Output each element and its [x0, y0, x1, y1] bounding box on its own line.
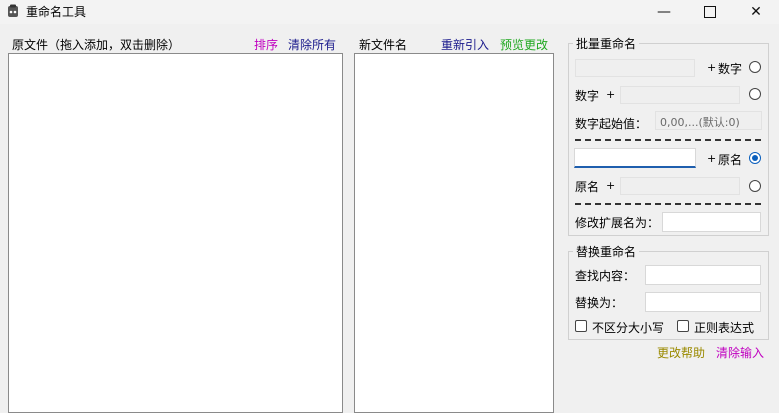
start-value-placeholder: 0,00,...(默认:0) [660, 116, 740, 129]
radio-original-then-text[interactable] [749, 180, 761, 192]
start-value-field[interactable]: 0,00,...(默认:0) [655, 111, 762, 130]
plus-sign: + [606, 179, 616, 192]
find-input[interactable] [645, 265, 761, 285]
preview-changes-link[interactable]: 预览更改 [500, 36, 548, 53]
find-label: 查找内容： [575, 269, 636, 283]
original-files-header: 原文件（拖入添加，双击删除） [12, 38, 181, 52]
change-help-link[interactable]: 更改帮助 [657, 344, 705, 361]
radio-text-then-original[interactable] [749, 152, 761, 164]
plus-sign: + [606, 88, 616, 101]
plus-sign: + [707, 152, 717, 165]
original-name-label: 原名 [575, 180, 600, 194]
case-insensitive-checkbox[interactable] [575, 320, 587, 332]
reimport-link[interactable]: 重新引入 [441, 36, 489, 53]
minimize-button[interactable]: — [641, 0, 687, 24]
prefix-text-field[interactable] [575, 59, 695, 77]
divider [575, 203, 761, 205]
maximize-icon [704, 6, 716, 18]
clear-all-link[interactable]: 清除所有 [288, 36, 336, 53]
divider [575, 139, 761, 141]
prefix-original-name-field[interactable] [574, 148, 696, 168]
replace-input[interactable] [645, 292, 761, 312]
new-filenames-header: 新文件名 [359, 38, 408, 52]
replace-rename-title: 替换重命名 [573, 243, 640, 260]
extension-input[interactable] [662, 212, 761, 232]
original-files-list[interactable] [8, 53, 343, 413]
suffix-original-name-field[interactable] [620, 177, 740, 195]
regex-checkbox[interactable] [677, 320, 689, 332]
clear-input-link[interactable]: 清除输入 [716, 344, 764, 361]
number-label: 数字 [575, 89, 600, 103]
regex-label: 正则表达式 [694, 321, 755, 335]
close-icon: ✕ [750, 4, 762, 20]
replace-label: 替换为： [575, 296, 624, 310]
number-label: 数字 [718, 62, 743, 76]
new-filenames-list[interactable] [354, 53, 554, 413]
radio-number-then-text[interactable] [749, 88, 761, 100]
radio-text-then-number[interactable] [749, 61, 761, 73]
maximize-button[interactable] [687, 0, 733, 24]
batch-rename-title: 批量重命名 [573, 35, 640, 52]
change-extension-label: 修改扩展名为： [575, 216, 660, 230]
case-insensitive-label: 不区分大小写 [592, 321, 665, 335]
title-bar: 重命名工具 — ✕ [0, 0, 779, 24]
suffix-text-field[interactable] [620, 86, 740, 104]
original-name-label: 原名 [718, 153, 743, 167]
start-value-label: 数字起始值： [575, 117, 648, 131]
window-title: 重命名工具 [26, 5, 87, 19]
app-icon [8, 4, 18, 17]
close-button[interactable]: ✕ [733, 0, 779, 24]
minimize-icon: — [657, 4, 671, 20]
plus-sign: + [707, 61, 717, 74]
sort-link[interactable]: 排序 [254, 36, 278, 53]
